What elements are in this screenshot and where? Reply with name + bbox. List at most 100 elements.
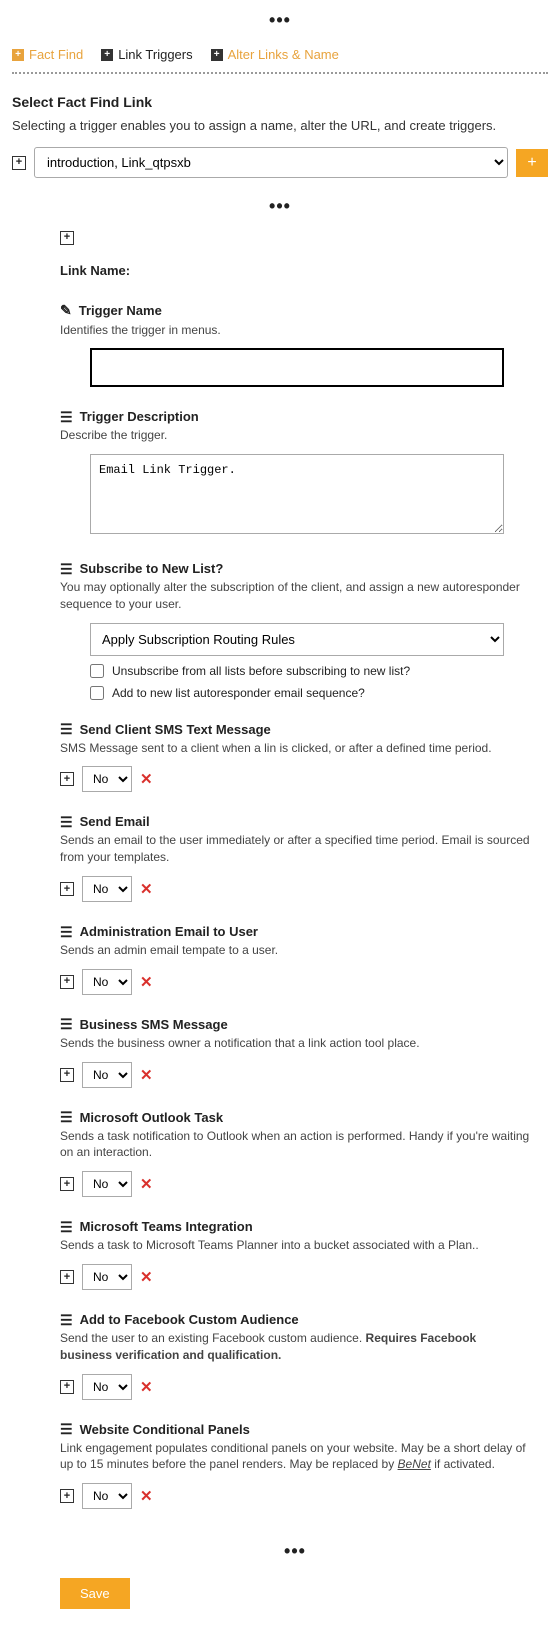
edit-icon: ✎ xyxy=(60,302,72,319)
section-title: Website Conditional Panels xyxy=(80,1422,250,1437)
subscribe-select[interactable]: Apply Subscription Routing Rules xyxy=(90,623,504,656)
tab-fact-find[interactable]: + Fact Find xyxy=(12,47,83,62)
close-icon[interactable]: ✕ xyxy=(140,1487,153,1505)
bsms-section: ☰ Business SMS Message Sends the business… xyxy=(60,1017,530,1088)
section-title: Microsoft Teams Integration xyxy=(80,1219,253,1234)
email-section: ☰ Send Email Sends an email to the user i… xyxy=(60,814,530,902)
section-desc: SMS Message sent to a client when a lin … xyxy=(60,740,530,757)
section-title: Administration Email to User xyxy=(80,924,258,939)
sms-select[interactable]: No xyxy=(82,766,132,792)
outlook-select[interactable]: No xyxy=(82,1171,132,1197)
teams-section: ☰ Microsoft Teams Integration Sends a tas… xyxy=(60,1219,530,1290)
subscribe-section: ☰ Subscribe to New List? You may optiona… xyxy=(60,561,530,700)
teams-select[interactable]: No xyxy=(82,1264,132,1290)
email-select[interactable]: No xyxy=(82,876,132,902)
section-desc: Sends an email to the user immediately o… xyxy=(60,832,530,866)
admin-section: ☰ Administration Email to User Sends an a… xyxy=(60,924,530,995)
section-title: Add to Facebook Custom Audience xyxy=(80,1312,299,1327)
tab-label: Link Triggers xyxy=(118,47,192,62)
section-title: Trigger Name xyxy=(79,303,162,318)
expand-icon[interactable]: + xyxy=(12,156,26,170)
menu-icon: ☰ xyxy=(60,1017,73,1031)
expand-icon[interactable]: + xyxy=(60,231,74,245)
sms-section: ☰ Send Client SMS Text Message SMS Messag… xyxy=(60,722,530,793)
close-icon[interactable]: ✕ xyxy=(140,1268,153,1286)
section-desc: Sends an admin email tempate to a user. xyxy=(60,942,530,959)
tab-label: Fact Find xyxy=(29,47,83,62)
more-dots-bottom[interactable]: ••• xyxy=(60,1531,530,1572)
facebook-section: ☰ Add to Facebook Custom Audience Send th… xyxy=(60,1312,530,1400)
section-title: Subscribe to New List? xyxy=(80,561,224,576)
close-icon[interactable]: ✕ xyxy=(140,880,153,898)
plus-icon: + xyxy=(101,49,113,61)
expand-icon[interactable]: + xyxy=(60,1489,74,1503)
menu-icon: ☰ xyxy=(60,925,73,939)
close-icon[interactable]: ✕ xyxy=(140,973,153,991)
section-desc: Link engagement populates conditional pa… xyxy=(60,1440,530,1474)
outlook-section: ☰ Microsoft Outlook Task Sends a task not… xyxy=(60,1110,530,1198)
bsms-select[interactable]: No xyxy=(82,1062,132,1088)
expand-icon[interactable]: + xyxy=(60,1177,74,1191)
expand-icon[interactable]: + xyxy=(60,1270,74,1284)
unsubscribe-checkbox[interactable] xyxy=(90,664,104,678)
link-select[interactable]: introduction, Link_qtpsxb xyxy=(34,147,508,178)
add-link-button[interactable]: + xyxy=(516,149,548,177)
plus-icon: + xyxy=(12,49,24,61)
tabs: + Fact Find + Link Triggers + Alter Link… xyxy=(12,41,548,74)
check-label: Unsubscribe from all lists before subscr… xyxy=(112,664,410,678)
close-icon[interactable]: ✕ xyxy=(140,1175,153,1193)
section-title: Send Client SMS Text Message xyxy=(80,722,271,737)
section-desc: Send the user to an existing Facebook cu… xyxy=(60,1330,530,1364)
link-select-row: + introduction, Link_qtpsxb + xyxy=(12,147,548,178)
section-desc: Sends a task to Microsoft Teams Planner … xyxy=(60,1237,530,1254)
autoresponder-checkbox[interactable] xyxy=(90,686,104,700)
fb-select[interactable]: No xyxy=(82,1374,132,1400)
close-icon[interactable]: ✕ xyxy=(140,1066,153,1084)
tab-link-triggers[interactable]: + Link Triggers xyxy=(101,47,192,62)
menu-icon: ☰ xyxy=(60,1422,73,1436)
expand-icon[interactable]: + xyxy=(60,1068,74,1082)
section-title: Business SMS Message xyxy=(80,1017,228,1032)
expand-icon[interactable]: + xyxy=(60,975,74,989)
trigger-name-section: ✎ Trigger Name Identifies the trigger in… xyxy=(60,302,530,388)
section-desc: Identifies the trigger in menus. xyxy=(60,322,530,339)
tab-label: Alter Links & Name xyxy=(228,47,339,62)
save-button[interactable]: Save xyxy=(60,1578,130,1609)
menu-icon: ☰ xyxy=(60,410,73,424)
section-desc: Describe the trigger. xyxy=(60,427,530,444)
close-icon[interactable]: ✕ xyxy=(140,1378,153,1396)
expand-icon[interactable]: + xyxy=(60,772,74,786)
menu-icon: ☰ xyxy=(60,722,73,736)
menu-icon: ☰ xyxy=(60,815,73,829)
autoresponder-check-row[interactable]: Add to new list autoresponder email sequ… xyxy=(90,686,530,700)
trigger-desc-textarea[interactable]: Email Link Trigger. xyxy=(90,454,504,534)
website-section: ☰ Website Conditional Panels Link engagem… xyxy=(60,1422,530,1510)
plus-icon: + xyxy=(211,49,223,61)
section-desc: Sends a task notification to Outlook whe… xyxy=(60,1128,530,1162)
select-link-heading: Select Fact Find Link xyxy=(12,94,548,110)
menu-icon: ☰ xyxy=(60,1220,73,1234)
menu-icon: ☰ xyxy=(60,1110,73,1124)
website-select[interactable]: No xyxy=(82,1483,132,1509)
section-title: Microsoft Outlook Task xyxy=(80,1110,224,1125)
menu-icon: ☰ xyxy=(60,1313,73,1327)
admin-select[interactable]: No xyxy=(82,969,132,995)
section-title: Trigger Description xyxy=(80,409,199,424)
check-label: Add to new list autoresponder email sequ… xyxy=(112,686,365,700)
link-name-label: Link Name: xyxy=(60,263,530,278)
expand-icon[interactable]: + xyxy=(60,882,74,896)
trigger-name-input[interactable] xyxy=(90,348,504,387)
tab-alter-links[interactable]: + Alter Links & Name xyxy=(211,47,339,62)
trigger-desc-section: ☰ Trigger Description Describe the trigg… xyxy=(60,409,530,539)
section-desc: Sends the business owner a notification … xyxy=(60,1035,530,1052)
close-icon[interactable]: ✕ xyxy=(140,770,153,788)
menu-icon: ☰ xyxy=(60,562,73,576)
unsubscribe-check-row[interactable]: Unsubscribe from all lists before subscr… xyxy=(90,664,530,678)
more-dots-mid[interactable]: ••• xyxy=(12,186,548,227)
select-link-desc: Selecting a trigger enables you to assig… xyxy=(12,118,548,133)
benet-link[interactable]: BeNet xyxy=(398,1457,431,1471)
expand-icon[interactable]: + xyxy=(60,1380,74,1394)
section-desc: You may optionally alter the subscriptio… xyxy=(60,579,530,613)
section-title: Send Email xyxy=(80,814,150,829)
more-dots-top[interactable]: ••• xyxy=(12,0,548,41)
